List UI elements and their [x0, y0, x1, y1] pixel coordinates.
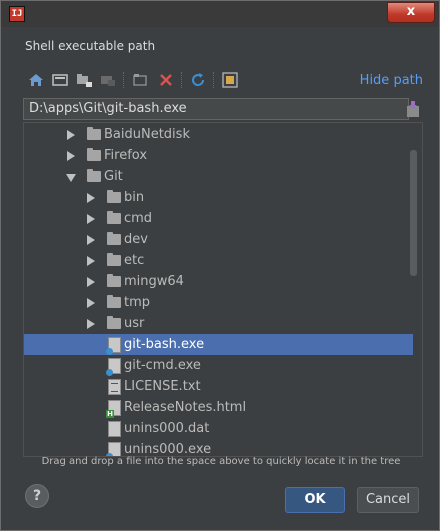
scrollbar-thumb[interactable] — [410, 150, 417, 276]
hide-path-link[interactable]: Hide path — [360, 73, 423, 88]
expand-right-icon[interactable] — [87, 277, 95, 287]
tree-item-label: LICENSE.txt — [124, 379, 201, 394]
title-bar: IJ x — [1, 1, 439, 27]
expand-right-icon[interactable] — [67, 130, 75, 140]
tree-item-label: tmp — [124, 295, 151, 310]
exe-file-icon — [106, 442, 121, 456]
dat-file-icon — [108, 421, 121, 437]
tree-folder-row[interactable]: mingw64 — [24, 271, 413, 292]
tree-folder-row[interactable]: cmd — [24, 208, 413, 229]
tree-file-row[interactable]: ReleaseNotes.html — [24, 397, 413, 418]
dialog-title: Shell executable path — [25, 39, 156, 53]
tree-item-label: dev — [124, 232, 148, 247]
tree-item-label: etc — [124, 253, 145, 268]
folder-icon — [107, 211, 121, 224]
tree-item-label: bin — [124, 190, 145, 205]
folder-icon — [107, 253, 121, 266]
tree-item-label: git-cmd.exe — [124, 358, 201, 373]
tree-scrollbar[interactable] — [410, 146, 417, 454]
cancel-button[interactable]: Cancel — [357, 487, 419, 513]
ok-button[interactable]: OK — [285, 487, 345, 513]
home-icon[interactable] — [27, 71, 45, 89]
folder-icon — [107, 190, 121, 203]
toolbar-separator — [181, 72, 183, 88]
module-icon[interactable] — [99, 71, 117, 89]
tree-item-label: ReleaseNotes.html — [124, 400, 247, 415]
toolbar-separator — [123, 72, 125, 88]
tree-folder-row[interactable]: BaiduNetdisk — [24, 124, 413, 145]
tree-folder-row[interactable]: usr — [24, 313, 413, 334]
refresh-icon[interactable] — [189, 71, 207, 89]
txt-file-icon — [108, 379, 121, 395]
html-file-icon — [106, 400, 121, 418]
show-hidden-icon[interactable] — [221, 71, 239, 89]
tree-file-row[interactable]: git-cmd.exe — [24, 355, 413, 376]
tree-item-label: Firefox — [104, 148, 148, 163]
tree-file-row[interactable]: LICENSE.txt — [24, 376, 413, 397]
expand-down-icon[interactable] — [66, 174, 76, 182]
expand-right-icon[interactable] — [87, 235, 95, 245]
expand-right-icon[interactable] — [67, 151, 75, 161]
folder-icon — [87, 148, 101, 161]
file-tree[interactable]: BaiduNetdisk Firefox Git bin cmd dev etc mingw6… — [23, 122, 423, 457]
create-folder-icon[interactable] — [131, 71, 149, 89]
toolbar-separator — [213, 72, 215, 88]
folder-icon — [107, 232, 121, 245]
tree-folder-row[interactable]: tmp — [24, 292, 413, 313]
path-input[interactable]: D:\apps\Git\git-bash.exe — [23, 98, 409, 120]
tree-item-label: Git — [104, 169, 123, 184]
tree-file-row[interactable]: git-bash.exe — [24, 334, 413, 355]
tree-item-label: BaiduNetdisk — [104, 127, 190, 142]
tree-item-label: unins000.exe — [124, 442, 212, 457]
exe-file-icon — [106, 337, 121, 355]
tree-folder-row[interactable]: Git — [24, 166, 413, 187]
expand-right-icon[interactable] — [87, 214, 95, 224]
expand-right-icon[interactable] — [87, 319, 95, 329]
tree-folder-row[interactable]: etc — [24, 250, 413, 271]
drag-drop-hint: Drag and drop a file into the space abov… — [41, 456, 401, 467]
file-chooser-toolbar: Hide path — [23, 69, 423, 93]
folder-icon — [107, 295, 121, 308]
tree-folder-row[interactable]: Firefox — [24, 145, 413, 166]
path-history-icon[interactable] — [406, 100, 420, 118]
dialog-window: IJ x Shell executable path Hide path D:\… — [0, 0, 440, 531]
desktop-icon[interactable] — [51, 71, 69, 89]
expand-right-icon[interactable] — [87, 193, 95, 203]
tree-folder-row[interactable]: dev — [24, 229, 413, 250]
tree-file-row[interactable]: unins000.exe — [24, 439, 413, 457]
tree-item-label: usr — [124, 316, 145, 331]
window-close-button[interactable]: x — [387, 2, 435, 23]
tree-folder-row[interactable]: bin — [24, 187, 413, 208]
delete-icon[interactable] — [157, 71, 175, 89]
exe-file-icon — [106, 358, 121, 376]
tree-item-label: unins000.dat — [124, 421, 210, 436]
tree-file-row[interactable]: unins000.dat — [24, 418, 413, 439]
help-button[interactable]: ? — [25, 484, 49, 508]
expand-right-icon[interactable] — [87, 298, 95, 308]
tree-item-label: git-bash.exe — [124, 337, 205, 352]
new-folder-icon[interactable] — [75, 71, 93, 89]
folder-icon — [107, 316, 121, 329]
tree-item-label: cmd — [124, 211, 153, 226]
intellij-app-icon: IJ — [9, 6, 25, 22]
expand-right-icon[interactable] — [87, 256, 95, 266]
tree-item-label: mingw64 — [124, 274, 184, 289]
folder-icon — [87, 127, 101, 140]
folder-icon — [107, 274, 121, 287]
folder-icon — [87, 169, 101, 182]
